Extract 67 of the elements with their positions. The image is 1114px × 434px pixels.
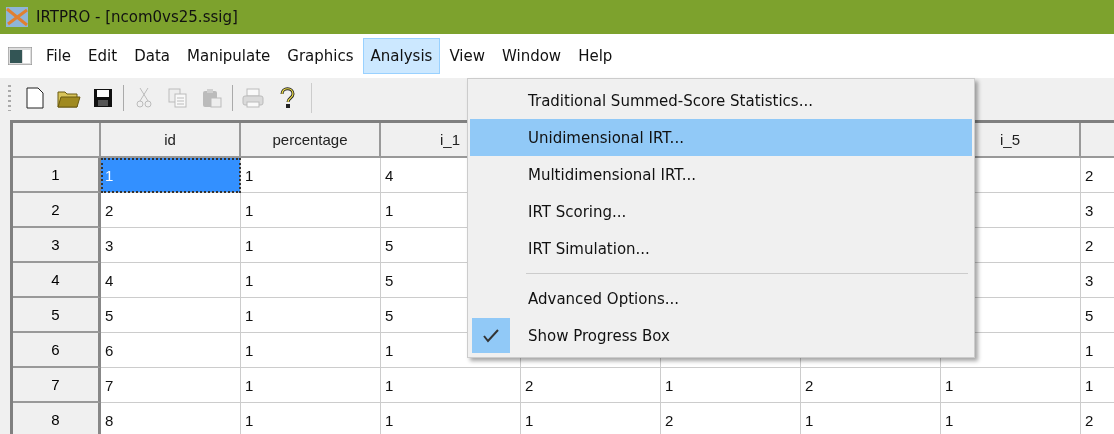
table-cell: 4 [101,263,241,298]
table-cell: 2 [1081,158,1114,193]
table-cell: 1 [381,368,521,403]
table-cell: 1 [381,403,521,434]
table-cell: 1 [241,403,381,434]
table-corner[interactable] [13,123,101,158]
window-title: IRTPRO - [ncom0vs25.ssig] [36,8,238,26]
table-cell: 2 [101,193,241,228]
table-cell: 1 [241,228,381,263]
menu-item[interactable]: Window [494,38,570,74]
table-cell: 1 [661,368,801,403]
menu-item[interactable]: View [441,38,493,74]
menu-option[interactable]: Traditional Summed-Score Statistics... [470,82,972,119]
table-cell: 2 [521,368,661,403]
table-cell: 1 [241,333,381,368]
table-cell: 5 [101,298,241,333]
table-cell: 3 [1081,193,1114,228]
folder-icon [57,88,81,108]
table-cell: 1 [241,298,381,333]
table-cell: 1 [241,158,381,193]
table-cell: 6 [101,333,241,368]
row-header[interactable]: 4 [13,263,101,298]
document-window-icon[interactable] [8,47,32,65]
table-cell: 5 [1081,298,1114,333]
printer-icon [242,88,264,108]
table-cell: 8 [101,403,241,434]
table-cell: 1 [241,263,381,298]
table-cell: 1 [941,368,1081,403]
table-cell: 2 [1081,228,1114,263]
row-header[interactable]: 1 [13,158,101,193]
menu-option[interactable]: Unidimensional IRT... [470,119,972,156]
table-cell: 3 [101,228,241,263]
row-header[interactable]: 2 [13,193,101,228]
help-icon [279,87,295,109]
row-header[interactable]: 8 [13,403,101,434]
menu-item[interactable]: Help [570,38,621,74]
table-cell: 1 [1081,333,1114,368]
table-cell: 1 [521,403,661,434]
row-header[interactable]: 6 [13,333,101,368]
new-document-icon [26,87,44,109]
table-cell: 2 [661,403,801,434]
menu-item[interactable]: File [38,38,80,74]
menu-item[interactable]: Analysis [362,38,441,74]
menu-item[interactable]: Edit [80,38,126,74]
table-cell: 2 [1081,403,1114,434]
menu-item[interactable]: Data [126,38,178,74]
checkmark-icon [472,318,510,353]
table-cell: 1 [241,193,381,228]
scissors-icon [136,87,152,109]
table-cell: 7 [101,368,241,403]
column-header[interactable]: percentage [241,123,381,158]
row-header[interactable]: 7 [13,368,101,403]
table-cell: 1 [1081,368,1114,403]
table-cell: 1 [801,403,941,434]
table-cell: 3 [1081,263,1114,298]
table-cell: 2 [801,368,941,403]
column-header[interactable]: id [101,123,241,158]
copy-icon [168,88,188,108]
table-cell: 1 [941,403,1081,434]
menu-item[interactable]: Manipulate [179,38,279,74]
row-header[interactable]: 3 [13,228,101,263]
menu-item[interactable]: Graphics [279,38,362,74]
table-cell: 1 [241,368,381,403]
table-cell: 1 [101,158,241,193]
clipboard-icon [202,88,222,108]
row-header[interactable]: 5 [13,298,101,333]
app-logo-icon [6,7,28,27]
